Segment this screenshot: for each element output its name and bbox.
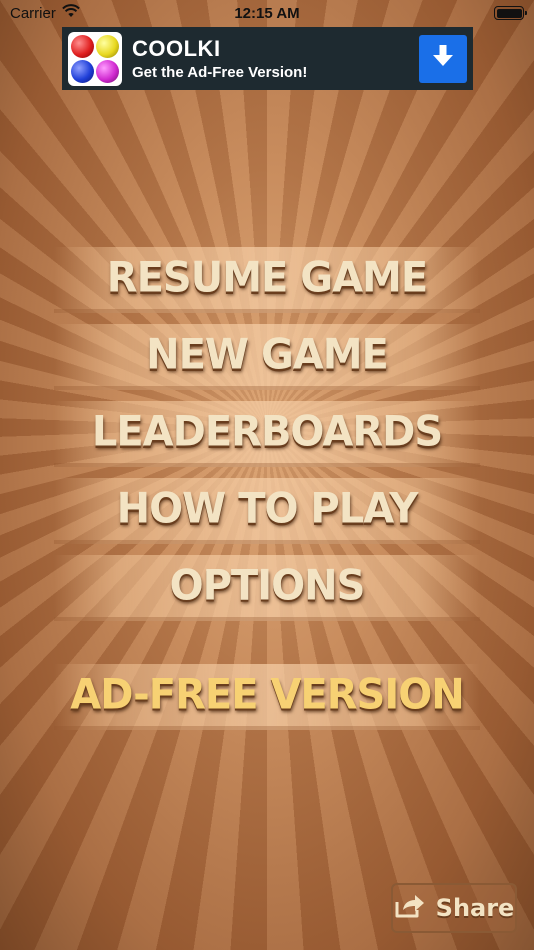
ad-free-version-label: AD-FREE VERSION — [70, 670, 464, 720]
magenta-ball-icon — [96, 59, 119, 83]
battery-level — [496, 8, 522, 18]
ad-free-version-button[interactable]: AD-FREE VERSION — [54, 664, 480, 730]
new-game-label: NEW GAME — [146, 330, 389, 380]
leaderboards-button[interactable]: LEADERBOARDS — [54, 401, 480, 467]
ad-title: COOLKI — [132, 36, 221, 61]
share-icon — [394, 893, 426, 924]
carrier-label: Carrier — [10, 4, 56, 22]
status-time: 12:15 AM — [234, 4, 300, 22]
ad-subtitle: Get the Ad-Free Version! — [132, 64, 308, 81]
how-to-play-button[interactable]: HOW TO PLAY — [54, 478, 480, 544]
share-label: Share — [435, 894, 515, 922]
wifi-icon — [62, 4, 80, 22]
ad-banner[interactable]: COOLKI Get the Ad-Free Version! — [62, 27, 473, 90]
blue-ball-icon — [71, 59, 94, 83]
how-to-play-label: HOW TO PLAY — [116, 484, 419, 534]
sunburst-background — [0, 0, 534, 950]
leaderboards-label: LEADERBOARDS — [91, 407, 443, 457]
arrow-down-icon — [432, 44, 454, 73]
options-label: OPTIONS — [169, 561, 366, 611]
ad-text: COOLKI Get the Ad-Free Version! — [132, 36, 419, 81]
battery-icon — [494, 6, 527, 20]
yellow-ball-icon — [96, 34, 119, 58]
status-bar: Carrier 12:15 AM — [0, 0, 534, 26]
status-left: Carrier — [10, 4, 160, 22]
resume-game-label: RESUME GAME — [106, 253, 428, 303]
options-button[interactable]: OPTIONS — [54, 555, 480, 621]
coolki-logo-icon — [68, 31, 122, 86]
share-button[interactable]: Share — [391, 883, 517, 933]
resume-game-button[interactable]: RESUME GAME — [54, 247, 480, 313]
red-ball-icon — [71, 34, 94, 58]
new-game-button[interactable]: NEW GAME — [54, 324, 480, 390]
ad-download-button[interactable] — [419, 34, 467, 83]
status-right — [374, 6, 527, 20]
